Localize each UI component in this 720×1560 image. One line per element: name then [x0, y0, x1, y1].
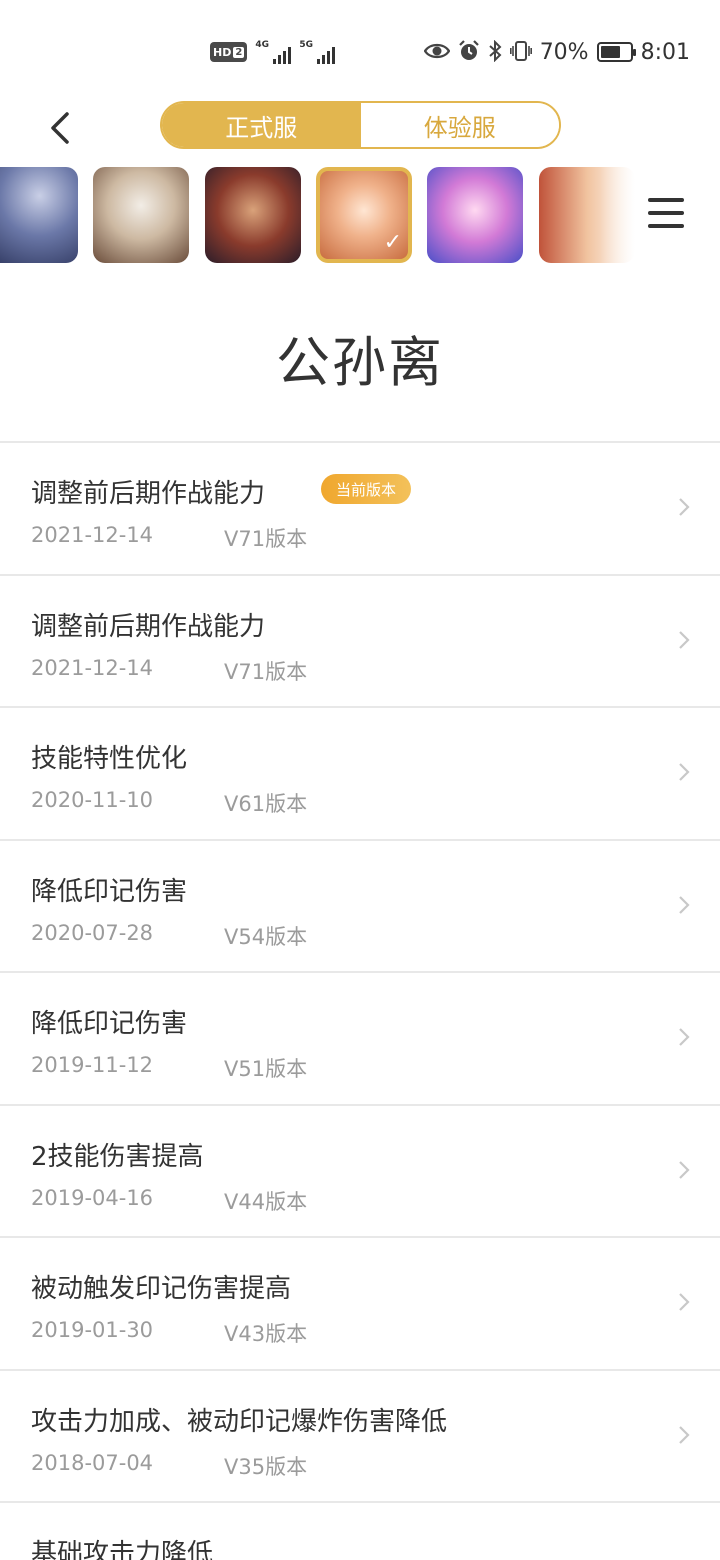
network-type-4g: 4G	[255, 40, 269, 50]
back-button[interactable]	[40, 108, 80, 148]
list-item[interactable]: 基础攻击力降低	[0, 1503, 720, 1560]
hero-selector: ✓	[0, 165, 720, 265]
chevron-right-icon	[679, 895, 690, 914]
entry-title: 降低印记伤害	[31, 1009, 188, 1039]
chevron-right-icon	[679, 763, 690, 781]
bluetooth-icon	[488, 39, 502, 65]
eye-icon	[423, 42, 450, 63]
entry-version: V54版本	[224, 924, 308, 949]
list-item[interactable]: 攻击力加成、被动印记爆炸伤害降低 2018-07-04 V35版本	[0, 1371, 720, 1503]
entry-version: V43版本	[224, 1322, 308, 1346]
signal-4g-icon: 4G	[255, 40, 292, 64]
hero-avatar-selected[interactable]: ✓	[316, 167, 412, 263]
hero-title: 公孙离	[276, 331, 444, 394]
entry-title: 调整前后期作战能力	[31, 479, 266, 509]
entry-version: V61版本	[224, 792, 308, 816]
check-icon: ✓	[383, 230, 402, 255]
list-item[interactable]: 调整前后期作战能力 当前版本 2021-12-14 V71版本	[0, 443, 720, 576]
clock: 8:01	[640, 39, 690, 65]
battery-icon	[596, 42, 636, 62]
entry-title: 攻击力加成、被动印记爆炸伤害降低	[31, 1406, 448, 1437]
entry-version: V71版本	[224, 527, 308, 551]
entry-title: 2技能伤害提高	[31, 1141, 204, 1172]
battery-fill	[600, 46, 621, 58]
entry-title: 调整前后期作战能力	[31, 611, 266, 642]
hero-avatar[interactable]	[205, 167, 301, 263]
entry-version: V35版本	[224, 1454, 308, 1479]
chevron-right-icon	[679, 1425, 690, 1444]
chevron-right-icon	[679, 1293, 690, 1311]
chevron-right-icon	[679, 498, 690, 516]
entry-title: 技能特性优化	[31, 744, 188, 774]
list-item[interactable]: 被动触发印记伤害提高 2019-01-30 V43版本	[0, 1238, 720, 1371]
status-bar: HD 2 4G 5G 70% 8:01	[0, 0, 720, 100]
battery-percent: 70%	[539, 39, 589, 65]
signal-5g-icon: 5G	[299, 40, 336, 64]
adjustment-list: 调整前后期作战能力 当前版本 2021-12-14 V71版本 调整前后期作战能…	[0, 441, 720, 1560]
hamburger-menu-icon[interactable]	[648, 195, 684, 231]
server-toggle: 正式服 体验服	[160, 101, 561, 149]
alarm-icon	[458, 39, 480, 65]
entry-version: V51版本	[224, 1057, 308, 1081]
entry-date: 2019-11-12	[31, 1053, 154, 1077]
vibrate-icon	[509, 40, 532, 65]
entry-title: 降低印记伤害	[31, 876, 188, 907]
list-item[interactable]: 调整前后期作战能力 2021-12-14 V71版本	[0, 576, 720, 708]
entry-date: 2020-07-28	[31, 920, 154, 945]
hd-badge-label: HD	[213, 45, 232, 59]
chevron-right-icon	[679, 1160, 690, 1179]
list-item[interactable]: 降低印记伤害 2020-07-28 V54版本	[0, 841, 720, 973]
list-item[interactable]: 2技能伤害提高 2019-04-16 V44版本	[0, 1106, 720, 1238]
current-version-badge: 当前版本	[321, 474, 412, 504]
chevron-right-icon	[679, 630, 690, 649]
entry-title: 被动触发印记伤害提高	[31, 1274, 292, 1304]
hd-badge-number: 2	[233, 46, 245, 58]
hero-avatar[interactable]	[427, 167, 523, 263]
entry-version: V71版本	[224, 659, 308, 684]
hero-avatar[interactable]	[93, 167, 189, 263]
network-type-5g: 5G	[299, 40, 313, 50]
hero-avatar[interactable]	[0, 167, 78, 263]
entry-date: 2021-12-14	[31, 655, 154, 680]
chevron-left-icon	[51, 112, 69, 144]
tab-experience-server[interactable]: 体验服	[360, 103, 559, 147]
entry-version: V44版本	[224, 1189, 308, 1214]
hd-badge: HD 2	[210, 42, 248, 62]
entry-date: 2021-12-14	[31, 523, 154, 547]
entry-date: 2019-04-16	[31, 1185, 154, 1210]
network-status: HD 2 4G 5G	[210, 38, 336, 66]
list-item[interactable]: 技能特性优化 2020-11-10 V61版本	[0, 708, 720, 841]
entry-date: 2018-07-04	[31, 1450, 154, 1475]
entry-date: 2019-01-30	[31, 1318, 154, 1342]
chevron-right-icon	[679, 1028, 690, 1046]
list-item[interactable]: 降低印记伤害 2019-11-12 V51版本	[0, 973, 720, 1106]
entry-title: 基础攻击力降低	[31, 1539, 214, 1560]
entry-date: 2020-11-10	[31, 788, 154, 812]
tab-official-server[interactable]: 正式服	[162, 103, 361, 147]
